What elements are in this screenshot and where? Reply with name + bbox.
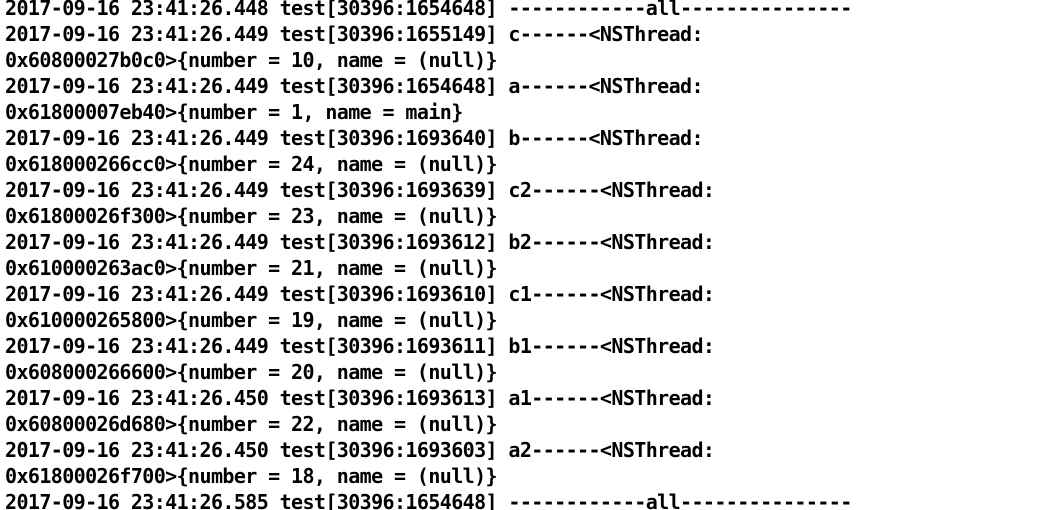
log-line: 2017-09-16 23:41:26.449 test[30396:16936… [5, 230, 715, 254]
log-line: 2017-09-16 23:41:26.450 test[30396:16936… [5, 386, 715, 410]
log-line: 0x610000265800>{number = 19, name = (nul… [5, 308, 498, 332]
log-line: 2017-09-16 23:41:26.449 test[30396:16936… [5, 178, 715, 202]
log-line: 0x60800027b0c0>{number = 10, name = (nul… [5, 48, 498, 72]
log-line: 0x61800026f700>{number = 18, name = (nul… [5, 464, 498, 488]
log-line: 2017-09-16 23:41:26.448 test[30396:16546… [5, 0, 852, 20]
log-line: 2017-09-16 23:41:26.449 test[30396:16936… [5, 334, 715, 358]
log-line: 0x60800026d680>{number = 22, name = (nul… [5, 412, 498, 436]
console-log-view: 2017-09-16 23:41:26.448 test[30396:16546… [0, 0, 1044, 510]
log-line: 2017-09-16 23:41:26.585 test[30396:16546… [5, 490, 852, 510]
log-line: 2017-09-16 23:41:26.449 test[30396:16546… [5, 74, 704, 98]
log-line: 0x610000263ac0>{number = 21, name = (nul… [5, 256, 498, 280]
log-lines: 2017-09-16 23:41:26.448 test[30396:16546… [5, 0, 852, 510]
log-line: 0x61800026f300>{number = 23, name = (nul… [5, 204, 498, 228]
log-line: 2017-09-16 23:41:26.449 test[30396:16936… [5, 126, 704, 150]
log-line: 0x618000266cc0>{number = 24, name = (nul… [5, 152, 498, 176]
log-line: 0x608000266600>{number = 20, name = (nul… [5, 360, 498, 384]
log-line: 2017-09-16 23:41:26.450 test[30396:16936… [5, 438, 715, 462]
log-line: 0x61800007eb40>{number = 1, name = main} [5, 100, 463, 124]
log-line: 2017-09-16 23:41:26.449 test[30396:16936… [5, 282, 715, 306]
log-line: 2017-09-16 23:41:26.449 test[30396:16551… [5, 22, 704, 46]
